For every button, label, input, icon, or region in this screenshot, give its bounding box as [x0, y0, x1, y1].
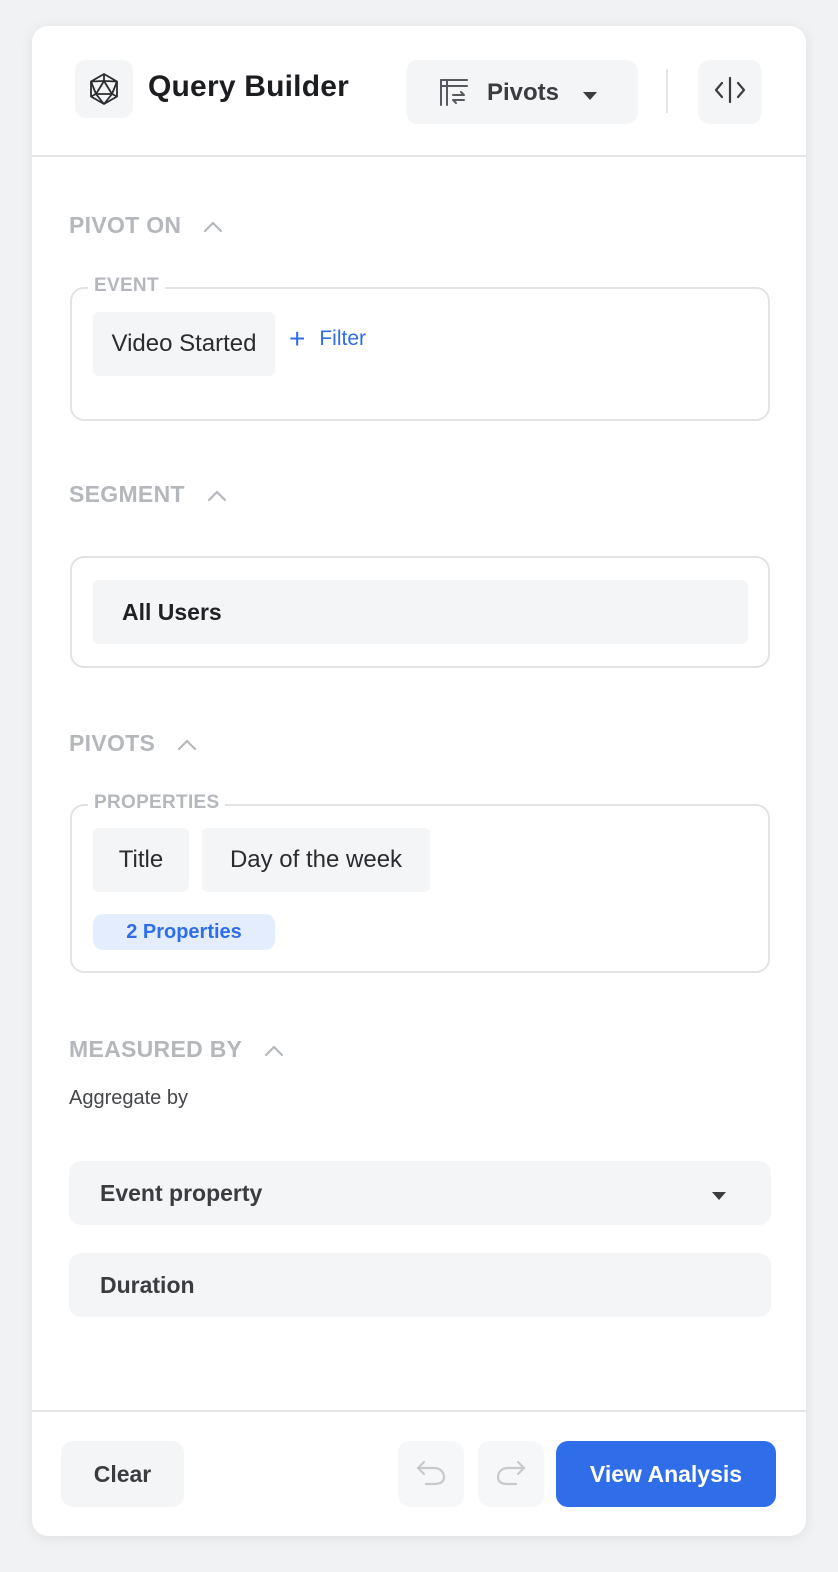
chevron-up-icon	[177, 730, 197, 757]
property-select[interactable]: Duration	[69, 1253, 771, 1317]
event-fieldset: EVENT Video Started + Filter	[70, 275, 770, 421]
fieldset-legend-event: EVENT	[88, 275, 165, 297]
add-filter-button[interactable]: + Filter	[289, 325, 366, 353]
chevron-up-icon	[203, 212, 223, 239]
caret-down-icon	[582, 88, 598, 106]
section-measured-by-header[interactable]: MEASURED BY	[69, 1036, 284, 1063]
plus-icon: +	[289, 323, 306, 354]
add-filter-label: Filter	[319, 327, 367, 350]
header-divider	[666, 69, 668, 113]
section-title: PIVOTS	[69, 730, 156, 756]
section-segment-header[interactable]: SEGMENT	[69, 481, 227, 508]
segment-select[interactable]: All Users	[93, 580, 748, 644]
view-select-label: Pivots	[487, 79, 560, 106]
panel-header: Query Builder Pivots	[32, 26, 806, 157]
panel-footer: Clear View Analysis	[32, 1410, 806, 1536]
clear-button[interactable]: Clear	[61, 1441, 184, 1507]
property-chip[interactable]: Day of the week	[202, 828, 430, 892]
logo-icon	[75, 60, 133, 118]
aggregate-select[interactable]: Event property	[69, 1161, 771, 1225]
view-select-dropdown[interactable]: Pivots	[406, 60, 638, 124]
aggregate-select-value: Event property	[100, 1180, 263, 1206]
aggregate-by-label: Aggregate by	[69, 1087, 188, 1109]
properties-fieldset: PROPERTIES Title Day of the week 2 Prope…	[70, 792, 770, 973]
chevron-up-icon	[207, 481, 227, 508]
fieldset-legend-properties: PROPERTIES	[88, 792, 226, 814]
view-analysis-button[interactable]: View Analysis	[556, 1441, 776, 1507]
redo-icon	[494, 1458, 528, 1491]
redo-button[interactable]	[478, 1441, 544, 1507]
code-toggle-icon	[712, 75, 748, 110]
section-title: SEGMENT	[69, 481, 185, 507]
query-builder-panel: Query Builder Pivots PIVOT ON EVENT Vide…	[32, 26, 806, 1536]
pivot-table-icon	[438, 76, 470, 113]
app-title: Query Builder	[148, 70, 349, 103]
undo-icon	[414, 1458, 448, 1491]
segment-fieldset: All Users	[70, 556, 770, 668]
section-pivot-on-header[interactable]: PIVOT ON	[69, 212, 223, 239]
code-toggle-button[interactable]	[698, 60, 762, 124]
caret-down-icon	[711, 1188, 727, 1206]
property-chip[interactable]: Title	[93, 828, 189, 892]
property-select-value: Duration	[100, 1272, 195, 1298]
section-title: PIVOT ON	[69, 212, 182, 238]
event-chip[interactable]: Video Started	[93, 312, 275, 376]
section-title: MEASURED BY	[69, 1036, 243, 1062]
chevron-up-icon	[264, 1036, 284, 1063]
section-pivots-header[interactable]: PIVOTS	[69, 730, 197, 757]
properties-count-badge[interactable]: 2 Properties	[93, 914, 275, 950]
undo-button[interactable]	[398, 1441, 464, 1507]
